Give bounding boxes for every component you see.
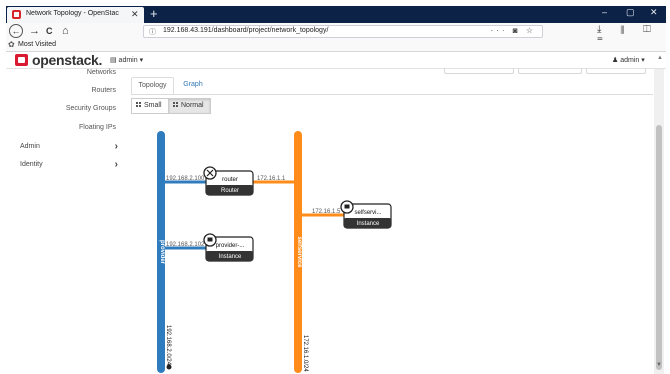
tab-divider <box>131 94 653 95</box>
close-tab-icon[interactable]: ✕ <box>131 9 139 20</box>
vertical-scrollbar[interactable]: ▼ <box>654 69 664 374</box>
sidebar-group-label: Identity <box>20 161 43 168</box>
browser-window: Network Topology - OpenStac ✕ + – ▢ ✕ ← … <box>0 0 670 374</box>
maximize-button[interactable]: ▢ <box>626 7 635 18</box>
network-name-selfservice: selfservice <box>296 236 302 268</box>
device-instance-selfservice[interactable]: selfservi... Instance <box>340 200 392 229</box>
action-button-partial[interactable] <box>518 68 582 74</box>
normal-size-label: Normal <box>181 102 204 109</box>
sidebar-item-security-groups[interactable]: Security Groups <box>66 105 116 112</box>
close-window-button[interactable]: ✕ <box>650 7 658 18</box>
forward-button[interactable]: → <box>29 24 40 38</box>
sidebar-group-admin[interactable]: Admin › <box>20 141 118 152</box>
small-size-label: Small <box>144 102 162 109</box>
device-router[interactable]: router Router <box>203 166 254 196</box>
browser-tab-strip: Network Topology - OpenStac ✕ + – ▢ ✕ <box>6 6 666 23</box>
openstack-logo-icon[interactable] <box>15 54 28 66</box>
port-label: 192.168.2.100 <box>166 176 205 182</box>
network-info-icon[interactable] <box>166 364 172 370</box>
port-label: 192.168.2.102 <box>166 242 205 248</box>
tab-topology[interactable]: Topology <box>131 77 174 95</box>
action-button-partial[interactable] <box>586 68 646 74</box>
reload-button[interactable]: C <box>46 24 53 38</box>
sidebar-item-floating-ips[interactable]: Floating IPs <box>79 124 116 131</box>
small-size-button[interactable]: Small <box>131 98 169 114</box>
openstack-favicon-icon <box>12 10 21 19</box>
sidebar-group-label: Admin <box>20 143 40 150</box>
port-label: 172.16.1.5 <box>312 209 341 215</box>
new-tab-button[interactable]: + <box>150 6 158 21</box>
action-button-partial[interactable] <box>444 68 514 74</box>
network-cidr-provider: 192.168.2.0/24 <box>165 325 171 366</box>
device-name: provider-... <box>216 243 245 249</box>
browser-nav-bar: ← → C ⌂ ⓘ 192.168.43.191/dashboard/proje… <box>6 23 666 46</box>
tab-graph[interactable]: Graph <box>176 77 210 95</box>
browser-tab[interactable]: Network Topology - OpenStac ✕ <box>7 7 144 23</box>
most-visited-icon: ✿ <box>8 40 15 49</box>
grid-icon <box>136 101 142 108</box>
network-cidr-selfservice: 172.16.1.0/24 <box>302 335 308 372</box>
device-type: Instance <box>357 221 380 227</box>
device-type: Router <box>221 188 239 194</box>
port-label: 172.16.1.1 <box>257 176 286 182</box>
normal-size-button[interactable]: Normal <box>168 98 211 114</box>
project-dropdown[interactable]: ▤ admin ▾ <box>110 56 143 64</box>
scroll-down-arrow-icon[interactable]: ▼ <box>656 362 662 368</box>
scrollbar-thumb[interactable] <box>656 125 662 370</box>
most-visited-bookmark[interactable]: Most Visited <box>18 41 56 48</box>
device-name: router <box>222 177 238 183</box>
device-instance-provider[interactable]: provider-... Instance <box>203 233 254 262</box>
back-button[interactable]: ← <box>9 24 23 38</box>
home-button[interactable]: ⌂ <box>62 24 69 38</box>
bookmarks-bar: ✿ Most Visited <box>6 40 666 52</box>
sidebar-item-networks[interactable]: Networks <box>87 69 116 76</box>
page-actions-icon[interactable]: ··· ◙ ☆ <box>491 26 536 35</box>
tab-title: Network Topology - OpenStac <box>26 10 119 17</box>
network-name-provider: provider <box>159 240 165 265</box>
sidebar-item-routers[interactable]: Routers <box>91 87 116 94</box>
sidebar: Networks Routers Security Groups Floatin… <box>6 69 124 374</box>
grid-icon <box>173 101 179 108</box>
sidebar-group-identity[interactable]: Identity › <box>20 159 118 170</box>
minimize-button[interactable]: – <box>602 7 607 17</box>
device-name: selfservi... <box>354 210 381 216</box>
url-text[interactable]: 192.168.43.191/dashboard/project/network… <box>163 27 328 34</box>
openstack-header: openstack. ▤ admin ▾ ♟ admin ▾ ▲ <box>6 52 666 69</box>
chevron-right-icon: › <box>114 141 118 152</box>
address-bar[interactable]: ⓘ 192.168.43.191/dashboard/project/netwo… <box>143 25 543 38</box>
site-info-icon[interactable]: ⓘ <box>149 27 156 37</box>
instance-icon-glyph <box>207 237 213 242</box>
user-dropdown[interactable]: ♟ admin ▾ <box>612 56 645 64</box>
scroll-up-arrow-icon[interactable]: ▲ <box>657 55 663 61</box>
chevron-right-icon: › <box>114 159 118 170</box>
device-type: Instance <box>219 254 242 260</box>
openstack-logo-text[interactable]: openstack. <box>32 52 102 68</box>
instance-icon-glyph <box>344 204 350 209</box>
